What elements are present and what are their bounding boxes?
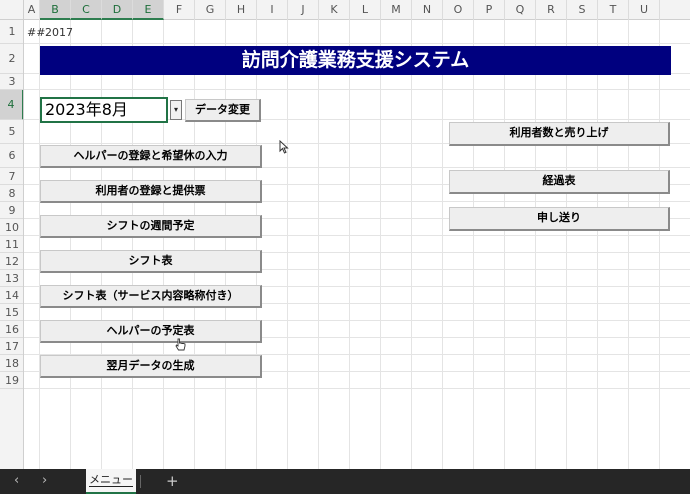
row-header-8[interactable]: 8: [0, 185, 23, 202]
grid-line-vertical: [442, 20, 443, 469]
sheet-tab-menu[interactable]: メニュー: [86, 469, 136, 494]
select-all-corner[interactable]: [0, 0, 24, 20]
shift-weekly-button[interactable]: シフトの週間予定: [40, 215, 262, 238]
row-header-12[interactable]: 12: [0, 253, 23, 270]
column-header-b[interactable]: B: [40, 0, 71, 20]
row-header-11[interactable]: 11: [0, 236, 23, 253]
sheet-tab-label: メニュー: [89, 473, 133, 487]
grid-line-vertical: [256, 20, 257, 469]
grid-line-vertical: [349, 20, 350, 469]
row-header-1[interactable]: 1: [0, 20, 23, 44]
column-header-p[interactable]: P: [474, 0, 505, 20]
page-title: 訪問介護業務支援システム: [40, 46, 671, 75]
row-header-bar: 1 2 3 4 5 6 7 8 9 10 11 12 13 14 15 16 17 18 19: [0, 20, 24, 469]
grid-line-horizontal: [24, 388, 690, 389]
next-sheet-icon[interactable]: ›: [42, 473, 47, 488]
row-header-7[interactable]: 7: [0, 168, 23, 185]
grid-line-vertical: [225, 20, 226, 469]
row-header-16[interactable]: 16: [0, 321, 23, 338]
column-header-a[interactable]: A: [24, 0, 40, 20]
grid-line-vertical: [535, 20, 536, 469]
grid-line-vertical: [659, 20, 660, 469]
helper-register-button[interactable]: ヘルパーの登録と希望休の入力: [40, 145, 262, 168]
column-header-o[interactable]: O: [443, 0, 474, 20]
grid-line-vertical: [70, 20, 71, 469]
column-header-bar: ABCDEFGHIJKLMNOPQRSTU: [0, 0, 690, 20]
grid-line-horizontal: [24, 43, 690, 44]
grid-line-vertical: [101, 20, 102, 469]
grid-line-horizontal: [24, 89, 690, 90]
row-header-13[interactable]: 13: [0, 270, 23, 287]
shift-table-button[interactable]: シフト表: [40, 250, 262, 273]
row-header-18[interactable]: 18: [0, 355, 23, 372]
date-cell[interactable]: 2023年8月: [40, 97, 168, 123]
prev-sheet-icon[interactable]: ‹: [14, 473, 19, 488]
row-header-6[interactable]: 6: [0, 144, 23, 168]
data-change-button[interactable]: データ変更: [185, 99, 261, 122]
grid-line-vertical: [411, 20, 412, 469]
grid-line-vertical: [163, 20, 164, 469]
user-count-sales-button[interactable]: 利用者数と売り上げ: [449, 122, 670, 146]
column-header-f[interactable]: F: [164, 0, 195, 20]
hand-pointer-icon: [175, 338, 187, 355]
row-header-9[interactable]: 9: [0, 202, 23, 219]
user-register-button[interactable]: 利用者の登録と提供票: [40, 180, 262, 203]
row-header-2[interactable]: 2: [0, 44, 23, 74]
progress-button[interactable]: 経過表: [449, 170, 670, 194]
row-header-3[interactable]: 3: [0, 74, 23, 90]
handover-button[interactable]: 申し送り: [449, 207, 670, 231]
grid-line-vertical: [318, 20, 319, 469]
grid-line-vertical: [504, 20, 505, 469]
sheet-tab-bar: ‹ › メニュー +: [0, 469, 690, 494]
column-header-g[interactable]: G: [195, 0, 226, 20]
column-header-e[interactable]: E: [133, 0, 164, 20]
column-header-m[interactable]: M: [381, 0, 412, 20]
column-header-c[interactable]: C: [71, 0, 102, 20]
column-header-r[interactable]: R: [536, 0, 567, 20]
grid-line-vertical: [566, 20, 567, 469]
next-month-button[interactable]: 翌月データの生成: [40, 355, 262, 378]
column-header-t[interactable]: T: [598, 0, 629, 20]
column-header-q[interactable]: Q: [505, 0, 536, 20]
row-header-10[interactable]: 10: [0, 219, 23, 236]
grid-line-vertical: [287, 20, 288, 469]
row-header-14[interactable]: 14: [0, 287, 23, 304]
chevron-down-icon: ▾: [173, 105, 178, 114]
shift-table-abbr-button[interactable]: シフト表（サービス内容略称付き）: [40, 285, 262, 308]
grid-line-vertical: [39, 20, 40, 469]
column-header-n[interactable]: N: [412, 0, 443, 20]
mouse-pointer-icon: [279, 139, 289, 157]
grid-line-vertical: [628, 20, 629, 469]
column-header-s[interactable]: S: [567, 0, 598, 20]
column-header-d[interactable]: D: [102, 0, 133, 20]
column-header-h[interactable]: H: [226, 0, 257, 20]
row-header-17[interactable]: 17: [0, 338, 23, 355]
column-header-j[interactable]: J: [288, 0, 319, 20]
grid-line-vertical: [380, 20, 381, 469]
sheet-grid[interactable]: [24, 20, 690, 469]
row-header-4[interactable]: 4: [0, 90, 23, 120]
grid-line-vertical: [597, 20, 598, 469]
cell-b1[interactable]: 2017: [45, 26, 73, 39]
helper-schedule-button[interactable]: ヘルパーの予定表: [40, 320, 262, 343]
column-header-k[interactable]: K: [319, 0, 350, 20]
grid-line-vertical: [194, 20, 195, 469]
column-header-l[interactable]: L: [350, 0, 381, 20]
add-sheet-icon[interactable]: +: [166, 472, 179, 490]
tab-divider: [140, 475, 141, 488]
row-header-15[interactable]: 15: [0, 304, 23, 321]
dropdown-button[interactable]: ▾: [170, 100, 182, 120]
grid-line-vertical: [473, 20, 474, 469]
row-header-19[interactable]: 19: [0, 372, 23, 389]
cell-a1[interactable]: ##: [27, 26, 45, 39]
column-header-u[interactable]: U: [629, 0, 660, 20]
row-header-5[interactable]: 5: [0, 120, 23, 144]
column-header-i[interactable]: I: [257, 0, 288, 20]
grid-line-vertical: [132, 20, 133, 469]
